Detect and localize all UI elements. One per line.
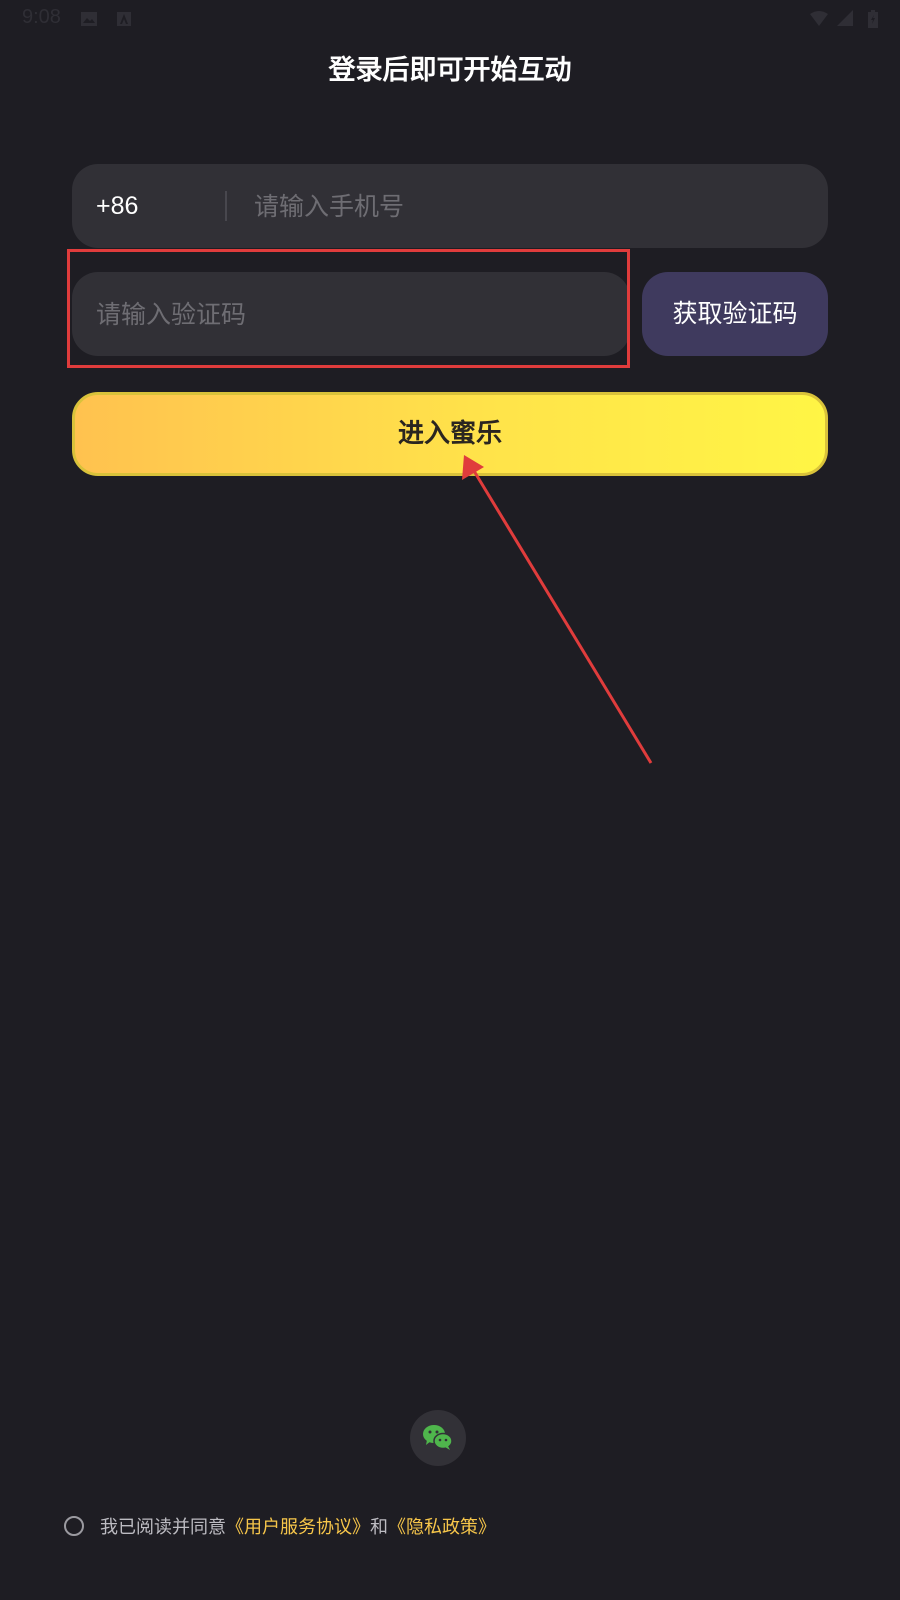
wechat-login-button[interactable] [410,1410,466,1466]
phone-input[interactable] [254,164,794,248]
code-field[interactable] [72,272,630,356]
phone-field[interactable]: +86 [72,164,828,248]
code-input[interactable] [96,272,606,356]
status-bar: 9:08 [0,0,900,40]
battery-icon [868,10,878,28]
terms-link[interactable]: 《用户服务协议》 [226,1513,370,1539]
agree-checkbox[interactable] [64,1516,84,1536]
phone-divider [225,191,227,221]
status-time: 9:08 [22,6,61,28]
agreement-row: 我已阅读并同意 《用户服务协议》 和 《隐私政策》 [62,1508,496,1544]
country-code[interactable]: +86 [96,164,138,248]
login-screen: 9:08 登录后即可开始互动 +86 获取验证码 进入 [0,0,900,1600]
gallery-icon [81,12,97,26]
wifi-icon [810,11,828,26]
agreement-and: 和 [370,1517,388,1538]
wechat-icon [423,1425,453,1450]
notification-a-icon [117,12,131,26]
signal-icon [837,10,853,26]
page-title: 登录后即可开始互动 [328,55,572,86]
enter-button[interactable]: 进入蜜乐 [72,392,828,476]
agreement-prefix: 我已阅读并同意 [100,1517,226,1538]
get-code-button[interactable]: 获取验证码 [642,272,828,356]
privacy-link[interactable]: 《隐私政策》 [388,1513,496,1539]
